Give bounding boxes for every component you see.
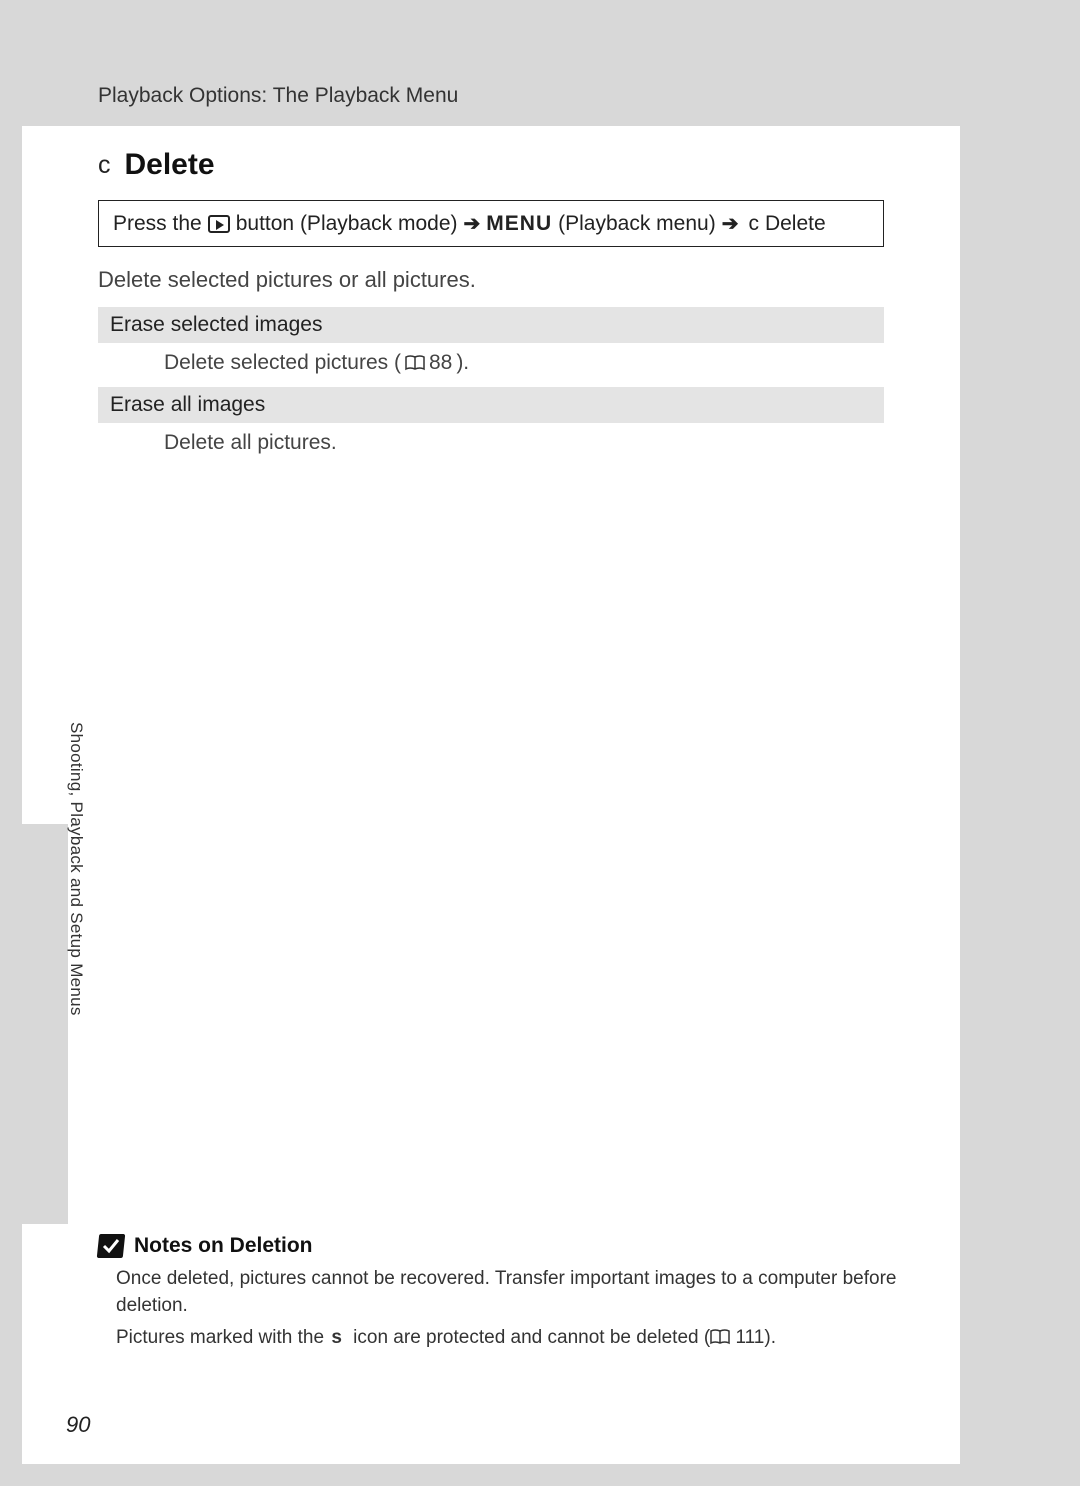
nav-playback-mode: button (Playback mode) — [236, 212, 458, 236]
page-number: 90 — [66, 1412, 90, 1438]
notes-line2: Pictures marked with the s icon are prot… — [116, 1325, 900, 1352]
check-badge-icon — [97, 1234, 126, 1258]
nav-delete-icon: c — [744, 212, 759, 236]
notes-head: Notes on Deletion — [98, 1234, 900, 1258]
option-desc-erase-all: Delete all pictures. — [98, 429, 884, 467]
desc-pre: Delete all pictures. — [164, 431, 337, 455]
desc-pre: Delete selected pictures ( — [164, 351, 401, 375]
notes-block: Notes on Deletion Once deleted, pictures… — [98, 1234, 900, 1358]
page-ref-icon — [710, 1329, 730, 1345]
notes-body: Once deleted, pictures cannot be recover… — [98, 1266, 900, 1352]
nav-press-the: Press the — [113, 212, 202, 236]
intro-text: Delete selected pictures or all pictures… — [98, 267, 884, 293]
arrow-icon: ➔ — [722, 211, 739, 236]
delete-icon: c — [98, 153, 111, 178]
page: Playback Options: The Playback Menu c De… — [22, 22, 960, 1464]
header-band: Playback Options: The Playback Menu — [22, 22, 960, 126]
protect-icon: s — [329, 1327, 348, 1348]
menu-glyph-icon: MENU — [486, 212, 552, 236]
arrow-icon: ➔ — [464, 211, 481, 236]
option-head-erase-selected: Erase selected images — [98, 307, 884, 343]
side-tab — [22, 824, 68, 1224]
page-title-row: c Delete — [98, 148, 884, 182]
breadcrumb-box: Press the button (Playback mode) ➔ MENU … — [98, 200, 884, 247]
page-title: Delete — [125, 148, 215, 182]
line2-post: ). — [764, 1327, 776, 1348]
side-section-label: Shooting, Playback and Setup Menus — [66, 722, 86, 1052]
playback-button-icon — [208, 215, 230, 233]
line2-mid: icon are protected and cannot be deleted… — [348, 1327, 710, 1348]
notes-title: Notes on Deletion — [134, 1234, 313, 1258]
content-area: c Delete Press the button (Playback mode… — [22, 126, 960, 467]
section-path: Playback Options: The Playback Menu — [98, 84, 458, 108]
desc-ref: 88 — [429, 351, 452, 375]
notes-line1: Once deleted, pictures cannot be recover… — [116, 1266, 900, 1319]
page-ref-icon — [405, 355, 425, 371]
option-desc-erase-selected: Delete selected pictures ( 88). — [98, 349, 884, 387]
line2-ref: 111 — [735, 1327, 764, 1348]
nav-delete-label: Delete — [765, 212, 826, 236]
desc-post: ). — [456, 351, 469, 375]
option-head-erase-all: Erase all images — [98, 387, 884, 423]
nav-playback-menu: (Playback menu) — [558, 212, 716, 236]
line2-pre: Pictures marked with the — [116, 1327, 329, 1348]
